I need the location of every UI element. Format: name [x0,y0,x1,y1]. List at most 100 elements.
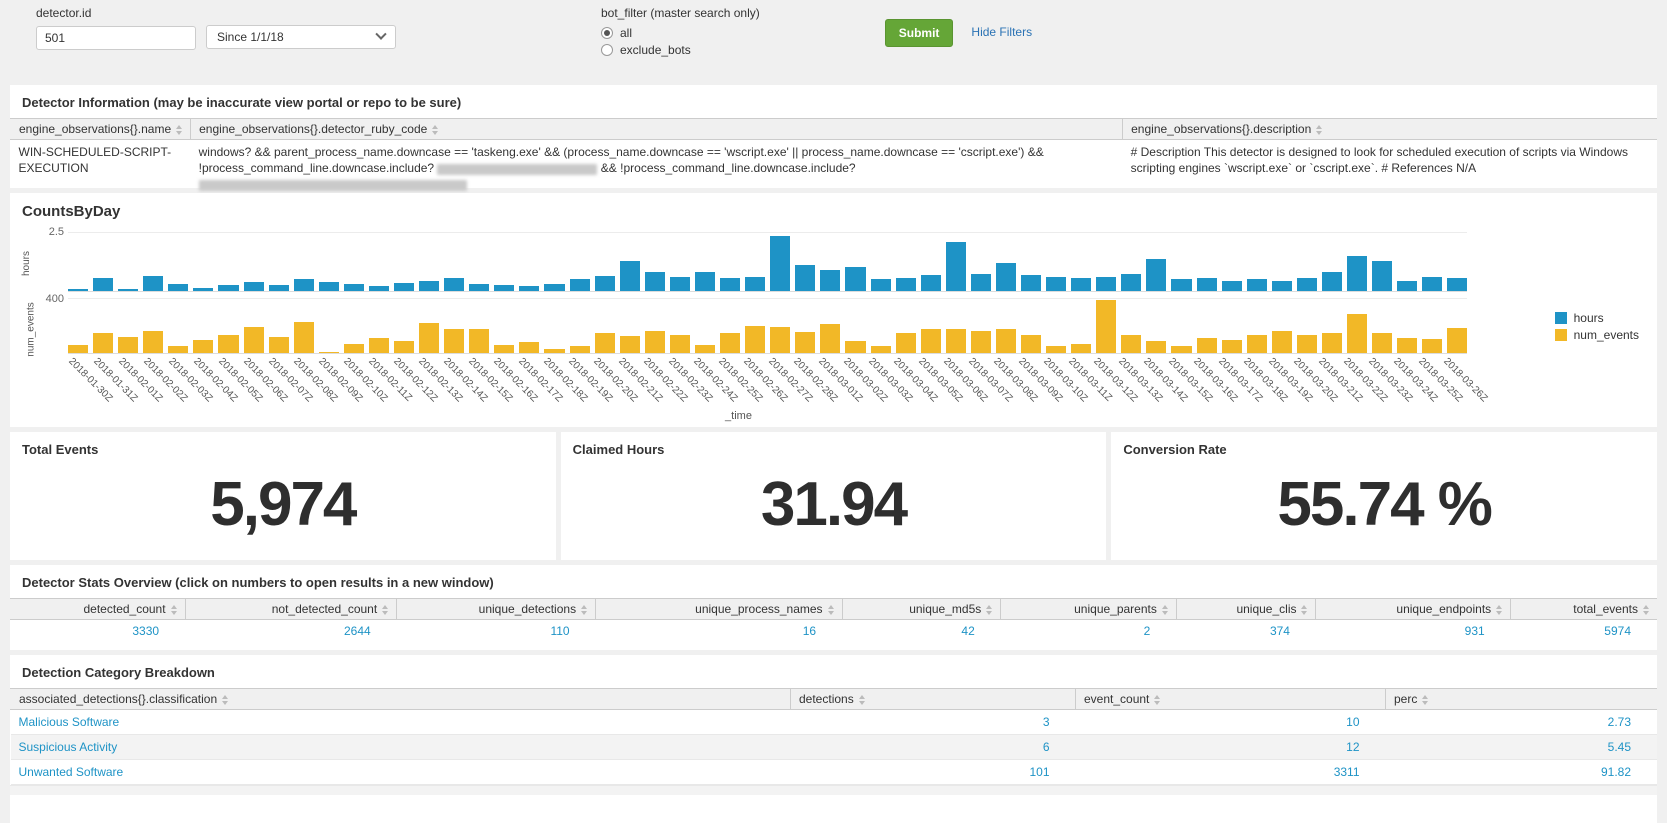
chart-bar[interactable] [193,288,213,291]
chart-bar[interactable] [620,261,640,291]
legend-item-num-events[interactable]: num_events [1555,328,1639,342]
radio-icon-unselected[interactable] [601,44,613,56]
chart-bar[interactable] [419,323,439,353]
stats-column-header[interactable]: detected_count [11,599,186,620]
chart-bar[interactable] [921,275,941,291]
chart-bar[interactable] [1372,333,1392,353]
chart-bar[interactable] [620,336,640,353]
chart-bar[interactable] [1297,335,1317,353]
chart-bar[interactable] [1272,331,1292,353]
chart-bar[interactable] [595,276,615,291]
stats-column-header[interactable]: unique_process_names [596,599,842,620]
chart-bar[interactable] [369,338,389,353]
breakdown-column-header[interactable]: associated_detections{}.classification [11,689,791,710]
chart-bar[interactable] [1222,340,1242,354]
chart-bar[interactable] [1146,341,1166,353]
chart-bar[interactable] [720,333,740,353]
stats-value-link[interactable]: 110 [550,624,569,638]
radio-option-exclude-bots[interactable]: exclude_bots [601,43,760,57]
chart-bar[interactable] [494,345,514,353]
chart-bar[interactable] [996,263,1016,291]
chart-bar[interactable] [946,329,966,353]
chart-bar[interactable] [1046,346,1066,353]
chart-bar[interactable] [971,331,991,353]
chart-bar[interactable] [469,329,489,353]
chart-bar[interactable] [595,333,615,353]
chart-bar[interactable] [1071,344,1091,353]
breakdown-value-link[interactable]: 5.45 [1608,740,1631,754]
chart-bar[interactable] [1071,278,1091,291]
chart-bar[interactable] [118,337,138,353]
radio-option-all[interactable]: all [601,26,760,40]
legend-item-hours[interactable]: hours [1555,311,1639,325]
chart-bar[interactable] [1046,277,1066,291]
chart-bar[interactable] [294,322,314,353]
chart-bar[interactable] [494,285,514,291]
chart-bar[interactable] [93,333,113,353]
stats-value-link[interactable]: 931 [1465,624,1485,638]
chart-bar[interactable] [244,282,264,291]
chart-bar[interactable] [1096,277,1116,291]
chart-bar[interactable] [68,289,88,291]
breakdown-value-link[interactable]: Suspicious Activity [19,740,118,754]
chart-bar[interactable] [745,277,765,291]
chart-bar[interactable] [1447,278,1467,291]
breakdown-column-header[interactable]: event_count [1076,689,1386,710]
chart-bar[interactable] [820,324,840,353]
column-header-name[interactable]: engine_observations{}.name [11,119,191,140]
stats-value-link[interactable]: 16 [803,624,816,638]
stats-value-link[interactable]: 42 [961,624,974,638]
chart-bar[interactable] [745,326,765,353]
stats-value-link[interactable]: 2 [1144,624,1151,638]
hide-filters-link[interactable]: Hide Filters [971,25,1032,39]
chart-bar[interactable] [845,341,865,353]
stats-value-link[interactable]: 3330 [132,624,159,638]
chart-bar[interactable] [896,333,916,353]
chart-bar[interactable] [670,277,690,291]
chart-bar[interactable] [996,329,1016,353]
chart-bar[interactable] [143,331,163,353]
breakdown-value-link[interactable]: 6 [1043,740,1050,754]
chart-bar[interactable] [720,278,740,291]
stats-value-link[interactable]: 374 [1270,624,1290,638]
chart-bar[interactable] [1222,281,1242,291]
chart-bar[interactable] [1171,346,1191,353]
stats-value-link[interactable]: 5974 [1604,624,1631,638]
chart-bar[interactable] [1397,281,1417,291]
breakdown-value-link[interactable]: Unwanted Software [19,765,124,779]
stats-value-link[interactable]: 2644 [344,624,371,638]
submit-button[interactable]: Submit [885,19,954,47]
chart-bar[interactable] [570,279,590,291]
stats-column-header[interactable]: unique_clis [1176,599,1316,620]
chart-bar[interactable] [344,344,364,353]
chart-bar[interactable] [1096,300,1116,353]
chart-bar[interactable] [695,272,715,291]
breakdown-column-header[interactable]: detections [791,689,1076,710]
chart-bar[interactable] [394,283,414,291]
chart-bar[interactable] [143,276,163,291]
chart-bar[interactable] [218,335,238,353]
chart-bar[interactable] [795,265,815,291]
chart-bar[interactable] [544,284,564,291]
breakdown-value-link[interactable]: 101 [1029,765,1049,779]
chart-bar[interactable] [1197,338,1217,353]
chart-bar[interactable] [319,352,339,353]
column-header-ruby-code[interactable]: engine_observations{}.detector_ruby_code [191,119,1123,140]
stats-column-header[interactable]: unique_parents [1001,599,1177,620]
chart-bar[interactable] [68,345,88,353]
chart-bar[interactable] [871,346,891,353]
chart-bar[interactable] [218,285,238,291]
chart-bar[interactable] [118,289,138,291]
chart-bar[interactable] [168,346,188,353]
chart-bar[interactable] [193,340,213,354]
stats-column-header[interactable]: total_events [1511,599,1657,620]
chart-bar[interactable] [1297,278,1317,291]
chart-bar[interactable] [444,329,464,353]
chart-bar[interactable] [946,242,966,291]
chart-bar[interactable] [570,346,590,353]
detector-id-input[interactable] [36,26,196,50]
chart-bar[interactable] [871,279,891,291]
stats-column-header[interactable]: unique_endpoints [1316,599,1511,620]
column-header-description[interactable]: engine_observations{}.description [1123,119,1657,140]
chart-bar[interactable] [695,345,715,353]
